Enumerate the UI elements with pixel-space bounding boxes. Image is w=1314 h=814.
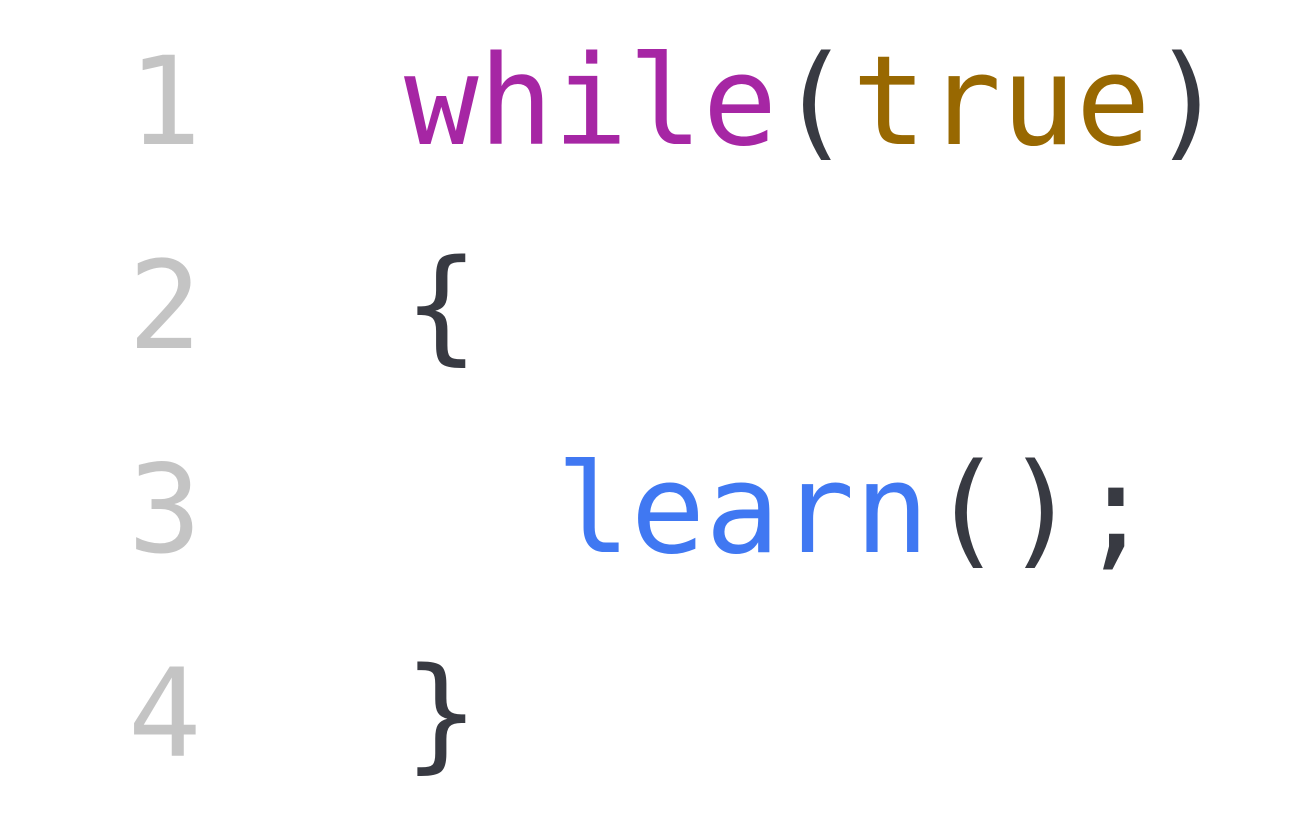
close-brace-token: } xyxy=(404,642,479,786)
line-number: 1 xyxy=(128,31,202,173)
literal-token: true xyxy=(851,30,1151,174)
code-line-3: 3 learn(); xyxy=(0,430,1314,590)
line-number: 4 xyxy=(128,643,202,785)
code-content[interactable]: } xyxy=(404,634,479,794)
code-content[interactable]: { xyxy=(404,226,479,386)
code-content[interactable]: learn(); xyxy=(404,430,1153,590)
line-number: 2 xyxy=(128,235,202,377)
code-line-4: 4 } xyxy=(0,634,1314,794)
open-brace-token: { xyxy=(404,234,479,378)
code-line-1: 1 while(true) xyxy=(0,22,1314,182)
open-paren-token: ( xyxy=(777,30,852,174)
close-paren-token: ) xyxy=(1150,30,1226,174)
call-parens-token: () xyxy=(929,438,1079,582)
keyword-token: while xyxy=(404,30,778,174)
code-content[interactable]: while(true) xyxy=(404,22,1225,182)
code-line-2: 2 { xyxy=(0,226,1314,386)
semicolon-token: ; xyxy=(1078,438,1154,582)
line-number: 3 xyxy=(128,439,202,581)
code-editor: 1 while(true) 2 { 3 learn(); 4 } xyxy=(0,0,1314,814)
function-token: learn xyxy=(556,438,930,582)
